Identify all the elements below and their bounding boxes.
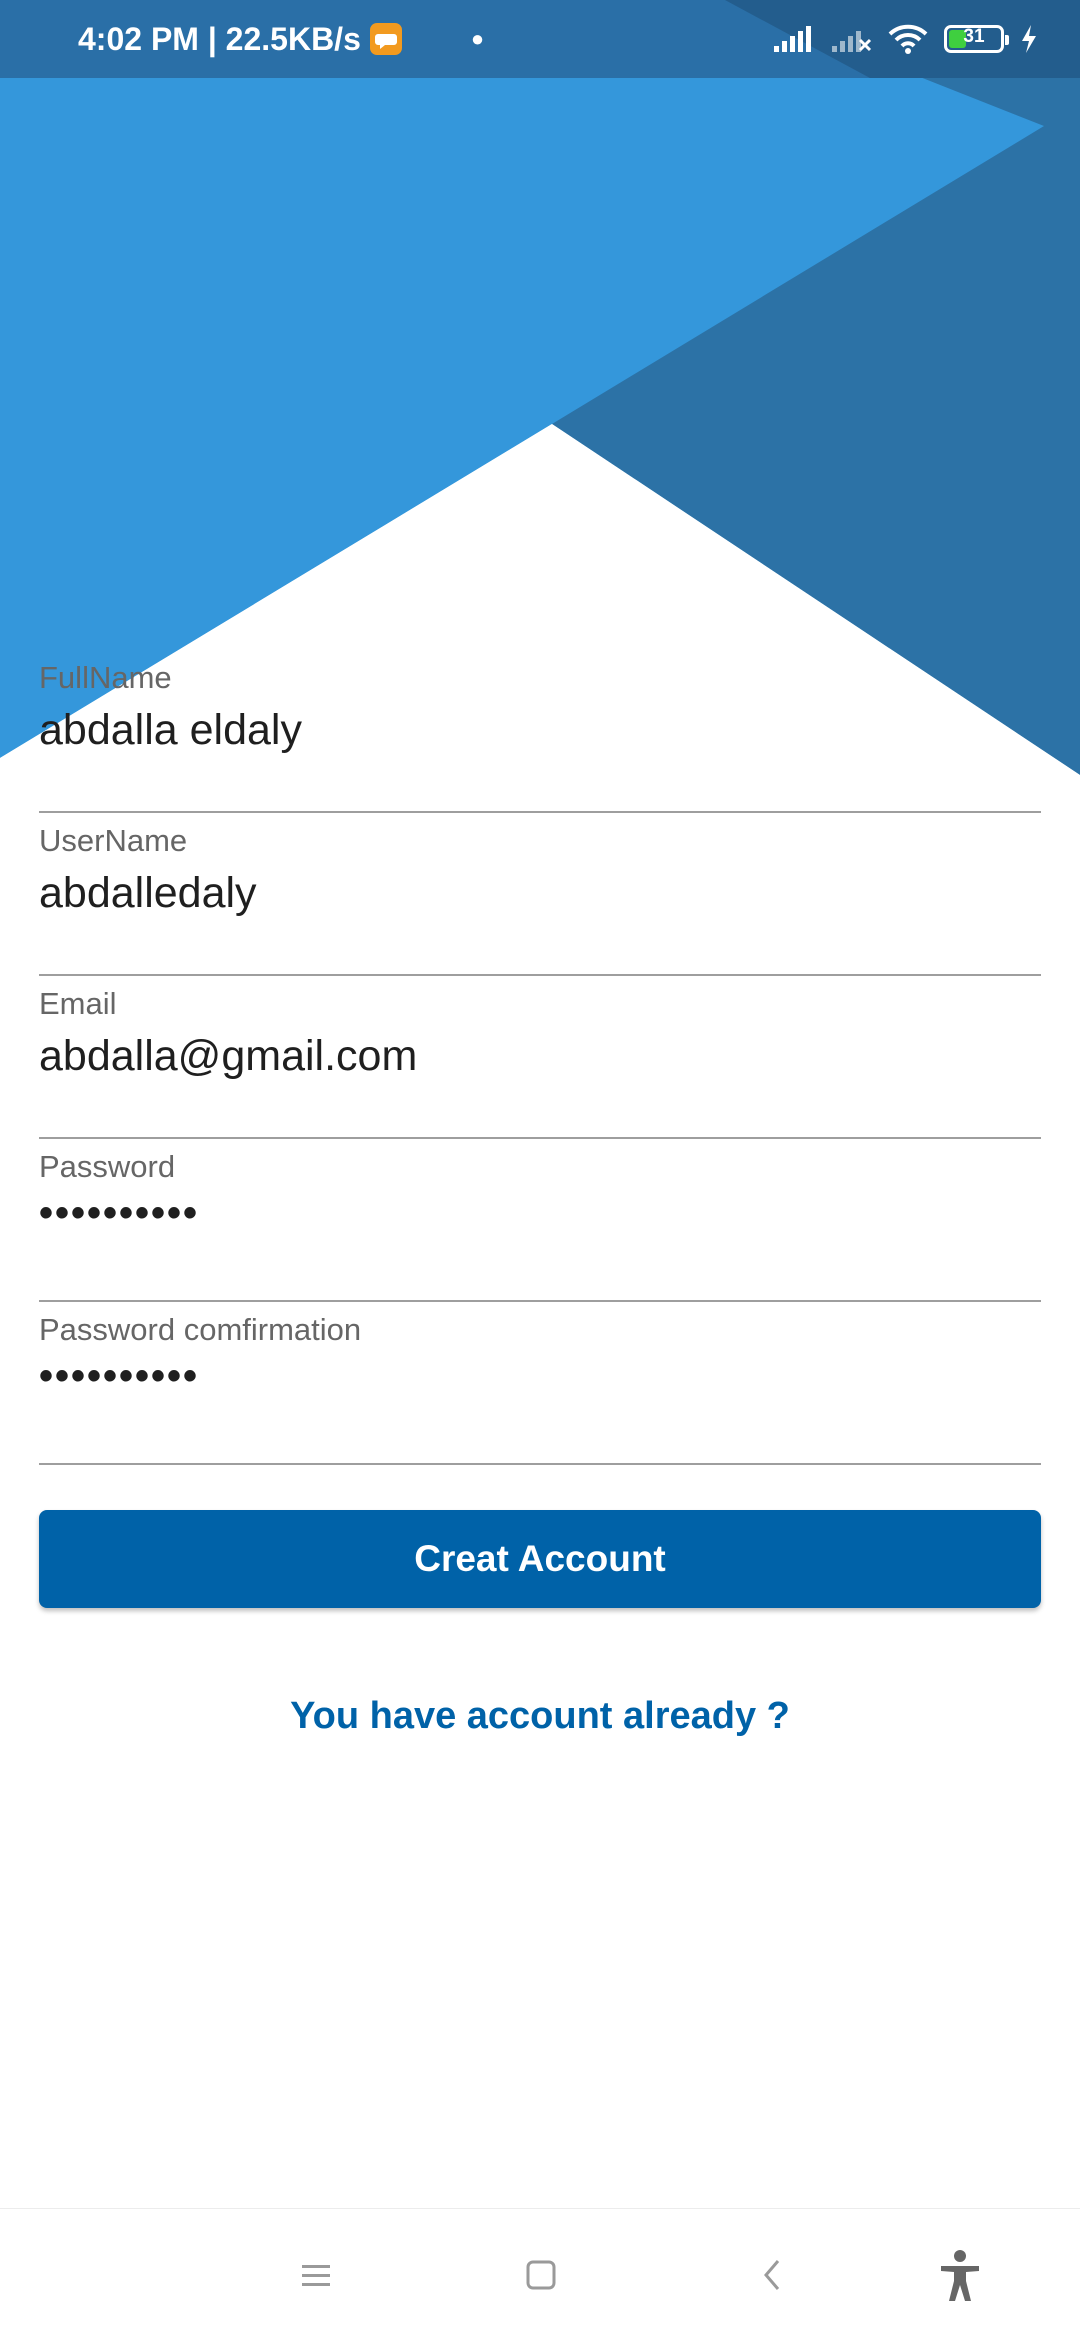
fullname-label: FullName	[39, 660, 172, 695]
back-icon[interactable]	[756, 2245, 788, 2305]
battery-icon: 31	[944, 25, 1009, 53]
password-confirmation-input[interactable]: ••••••••••	[39, 1354, 199, 1399]
battery-level: 31	[963, 26, 985, 47]
password-input[interactable]: ••••••••••	[39, 1191, 199, 1236]
email-label: Email	[39, 986, 117, 1021]
create-account-button[interactable]: Creat Account	[39, 1510, 1041, 1608]
message-icon	[369, 23, 402, 55]
password-field[interactable]: Password ••••••••••	[39, 1139, 1041, 1302]
notification-dot: ●	[470, 26, 485, 51]
fullname-input[interactable]: abdalla eldaly	[39, 706, 302, 755]
menu-icon[interactable]	[300, 2245, 332, 2305]
status-left: 4:02 PM | 22.5KB/s ●	[78, 0, 484, 78]
system-nav-bar	[0, 2208, 1080, 2340]
status-bar: 4:02 PM | 22.5KB/s ● 31	[0, 0, 1080, 78]
signal-off-icon	[832, 31, 872, 52]
signal-icon	[774, 26, 811, 52]
wifi-icon	[888, 24, 928, 54]
login-link[interactable]: You have account already ?	[0, 1695, 1080, 1738]
username-label: UserName	[39, 823, 188, 858]
email-input[interactable]: abdalla@gmail.com	[39, 1032, 417, 1081]
fullname-field[interactable]: FullName abdalla eldaly	[39, 650, 1041, 813]
password-confirmation-label: Password comfirmation	[39, 1312, 362, 1347]
email-field[interactable]: Email abdalla@gmail.com	[39, 976, 1041, 1139]
username-field[interactable]: UserName abdalledaly	[39, 813, 1041, 976]
password-confirmation-field[interactable]: Password comfirmation ••••••••••	[39, 1302, 1041, 1465]
accessibility-icon[interactable]	[938, 2245, 982, 2305]
status-time-speed: 4:02 PM | 22.5KB/s	[78, 20, 361, 57]
home-icon[interactable]	[525, 2245, 557, 2305]
status-right: 31	[772, 0, 1038, 78]
charging-icon	[1022, 25, 1036, 53]
password-label: Password	[39, 1149, 176, 1184]
signup-form: FullName abdalla eldaly UserName abdalle…	[39, 650, 1041, 1465]
username-input[interactable]: abdalledaly	[39, 869, 257, 918]
